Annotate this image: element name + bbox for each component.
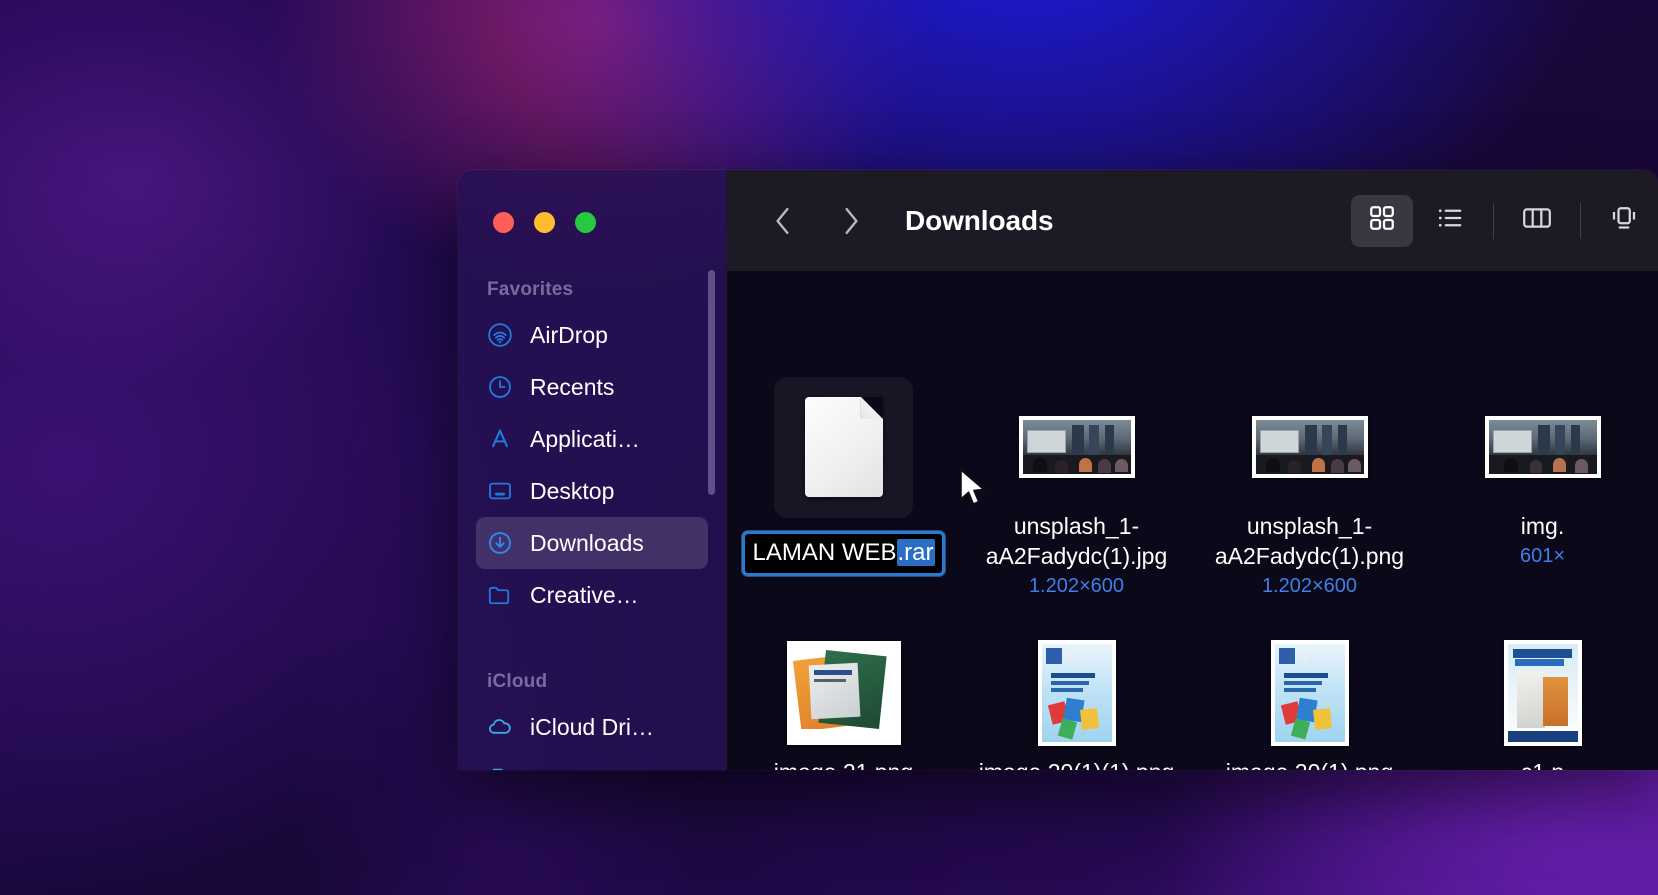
file-item[interactable]: c1.p 247× <box>1426 629 1658 770</box>
view-mode-group <box>1348 170 1658 271</box>
sidebar-item-documents[interactable]: Documents <box>476 753 708 770</box>
rename-extension-text: .rar <box>896 539 935 566</box>
file-thumbnail <box>727 629 960 757</box>
list-icon <box>1435 203 1465 238</box>
finder-toolbar: Downloads <box>727 170 1658 271</box>
file-row: image 21.png 192×171 <box>727 629 1658 770</box>
rename-input[interactable]: LAMAN WEB.rar <box>742 531 945 576</box>
finder-window: Favorites AirDrop Recents Applicati… Des… <box>458 170 1658 770</box>
gallery-view-button[interactable] <box>1593 195 1655 247</box>
minimize-button[interactable] <box>534 212 555 233</box>
sidebar-item-creative[interactable]: Creative… <box>476 569 708 621</box>
app-store-icon <box>486 425 514 453</box>
file-name: image 20(1).png <box>1226 757 1394 770</box>
toolbar-divider <box>1493 202 1494 239</box>
close-button[interactable] <box>493 212 514 233</box>
sidebar-item-label: Applicati… <box>530 425 640 452</box>
desktop-icon <box>486 477 514 505</box>
file-item[interactable]: image 20(1)(1).png 164×231 <box>960 629 1193 770</box>
file-name: image 20(1)(1).png <box>979 757 1175 770</box>
file-item[interactable]: image 21.png 192×171 <box>727 629 960 770</box>
file-row: LAMAN WEB.rar unsplash_1-aA2Fadydc(1).jp… <box>727 376 1658 600</box>
grid-icon <box>1367 203 1397 238</box>
sidebar-item-label: iCloud Dri… <box>530 713 654 740</box>
generic-document-icon <box>774 376 913 518</box>
window-controls <box>458 170 726 233</box>
file-item-renaming[interactable]: LAMAN WEB.rar <box>727 376 960 600</box>
file-thumbnail <box>1426 629 1658 757</box>
finder-content-pane: Downloads LAMAN WEB.rar unsplash_1-aA2Fa… <box>726 170 1658 770</box>
sidebar-item-applications[interactable]: Applicati… <box>476 413 708 465</box>
sidebar-section-icloud-title: iCloud <box>487 671 548 692</box>
sidebar-item-label: Downloads <box>530 529 644 556</box>
sidebar-item-airdrop[interactable]: AirDrop <box>476 309 708 361</box>
file-dimensions: 1.202×600 <box>1261 575 1358 597</box>
sidebar-item-label: Creative… <box>530 581 639 608</box>
file-grid[interactable]: LAMAN WEB.rar unsplash_1-aA2Fadydc(1).jp… <box>727 271 1658 770</box>
sidebar-scrollbar[interactable] <box>708 270 715 495</box>
file-item[interactable]: image 20(1).png 164×231 <box>1193 629 1426 770</box>
file-thumbnail <box>1426 383 1658 511</box>
gallery-icon <box>1609 203 1639 238</box>
file-name: unsplash_1-aA2Fadydc(1).jpg <box>985 513 1168 569</box>
page-title: Downloads <box>905 204 1054 236</box>
column-view-button[interactable] <box>1506 195 1568 247</box>
file-dimensions: 601× <box>1519 545 1566 567</box>
file-dimensions: 1.202×600 <box>1028 575 1125 597</box>
file-thumbnail <box>1193 629 1426 757</box>
file-name: c1.p <box>1521 757 1564 770</box>
file-thumbnail <box>960 629 1193 757</box>
rename-base-text: LAMAN WEB <box>752 539 897 566</box>
sidebar-item-label: Recents <box>530 373 615 400</box>
airdrop-icon <box>486 321 514 349</box>
sidebar-section-favorites-title: Favorites <box>487 279 574 300</box>
forward-button[interactable] <box>829 199 873 243</box>
toolbar-divider-2 <box>1580 202 1581 239</box>
maximize-button[interactable] <box>575 212 596 233</box>
cloud-icon <box>486 713 514 741</box>
clock-icon <box>486 373 514 401</box>
list-view-button[interactable] <box>1419 195 1481 247</box>
sidebar-item-icloud-drive[interactable]: iCloud Dri… <box>476 701 708 753</box>
sidebar-item-label: AirDrop <box>530 321 608 348</box>
sidebar-item-recents[interactable]: Recents <box>476 361 708 413</box>
file-name: unsplash_1-aA2Fadydc(1).png <box>1214 513 1405 569</box>
columns-icon <box>1521 203 1553 238</box>
sidebar-item-label: Desktop <box>530 477 615 504</box>
icon-view-button[interactable] <box>1351 194 1413 247</box>
documents-icon <box>486 765 514 770</box>
file-name: image 21.png <box>774 757 913 770</box>
file-item[interactable]: unsplash_1-aA2Fadydc(1).jpg 1.202×600 <box>960 383 1193 600</box>
folder-icon <box>486 581 514 609</box>
file-item[interactable]: unsplash_1-aA2Fadydc(1).png 1.202×600 <box>1193 383 1426 600</box>
sidebar-item-desktop[interactable]: Desktop <box>476 465 708 517</box>
download-icon <box>486 529 514 557</box>
back-button[interactable] <box>761 199 805 243</box>
file-thumbnail <box>1193 383 1426 511</box>
finder-sidebar: Favorites AirDrop Recents Applicati… Des… <box>458 170 726 770</box>
sidebar-item-label: Documents <box>530 766 646 771</box>
file-thumbnail <box>960 383 1193 511</box>
file-thumbnail <box>727 376 960 518</box>
file-name: img. <box>1520 513 1565 539</box>
sidebar-item-downloads[interactable]: Downloads <box>476 517 708 569</box>
file-item[interactable]: img. 601× <box>1426 383 1658 600</box>
